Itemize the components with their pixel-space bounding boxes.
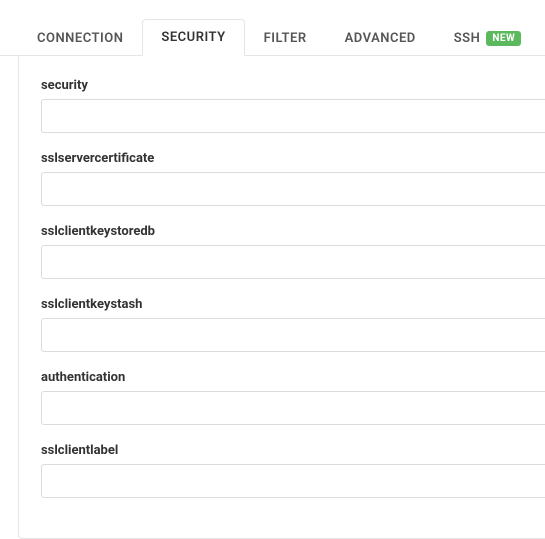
tab-filter[interactable]: FILTER	[245, 20, 326, 56]
label-security: security	[41, 78, 545, 93]
security-panel: security sslservercertificate sslclientk…	[18, 56, 545, 539]
tab-label: SECURITY	[161, 30, 225, 45]
tab-label: CONNECTION	[37, 31, 123, 46]
input-sslclientkeystash[interactable]	[41, 318, 545, 352]
form-group-sslclientkeystash: sslclientkeystash	[41, 297, 545, 352]
input-security[interactable]	[41, 99, 545, 133]
new-badge: NEW	[486, 31, 521, 46]
form-group-security: security	[41, 78, 545, 133]
label-authentication: authentication	[41, 370, 545, 385]
tab-connection[interactable]: CONNECTION	[18, 20, 142, 56]
form-group-sslservercertificate: sslservercertificate	[41, 151, 545, 206]
label-sslservercertificate: sslservercertificate	[41, 151, 545, 166]
form-group-authentication: authentication	[41, 370, 545, 425]
tab-label: SSH	[454, 31, 481, 46]
label-sslclientkeystash: sslclientkeystash	[41, 297, 545, 312]
label-sslclientlabel: sslclientlabel	[41, 443, 545, 458]
tab-security[interactable]: SECURITY	[142, 19, 244, 56]
tab-ssh[interactable]: SSH NEW	[435, 20, 541, 56]
tab-label: FILTER	[264, 31, 307, 46]
form-group-sslclientlabel: sslclientlabel	[41, 443, 545, 498]
tab-label: ADVANCED	[345, 31, 416, 46]
input-sslclientlabel[interactable]	[41, 464, 545, 498]
input-authentication[interactable]	[41, 391, 545, 425]
label-sslclientkeystoredb: sslclientkeystoredb	[41, 224, 545, 239]
tab-advanced[interactable]: ADVANCED	[326, 20, 435, 56]
form-group-sslclientkeystoredb: sslclientkeystoredb	[41, 224, 545, 279]
input-sslservercertificate[interactable]	[41, 172, 545, 206]
input-sslclientkeystoredb[interactable]	[41, 245, 545, 279]
tab-bar: CONNECTION SECURITY FILTER ADVANCED SSH …	[0, 0, 545, 56]
